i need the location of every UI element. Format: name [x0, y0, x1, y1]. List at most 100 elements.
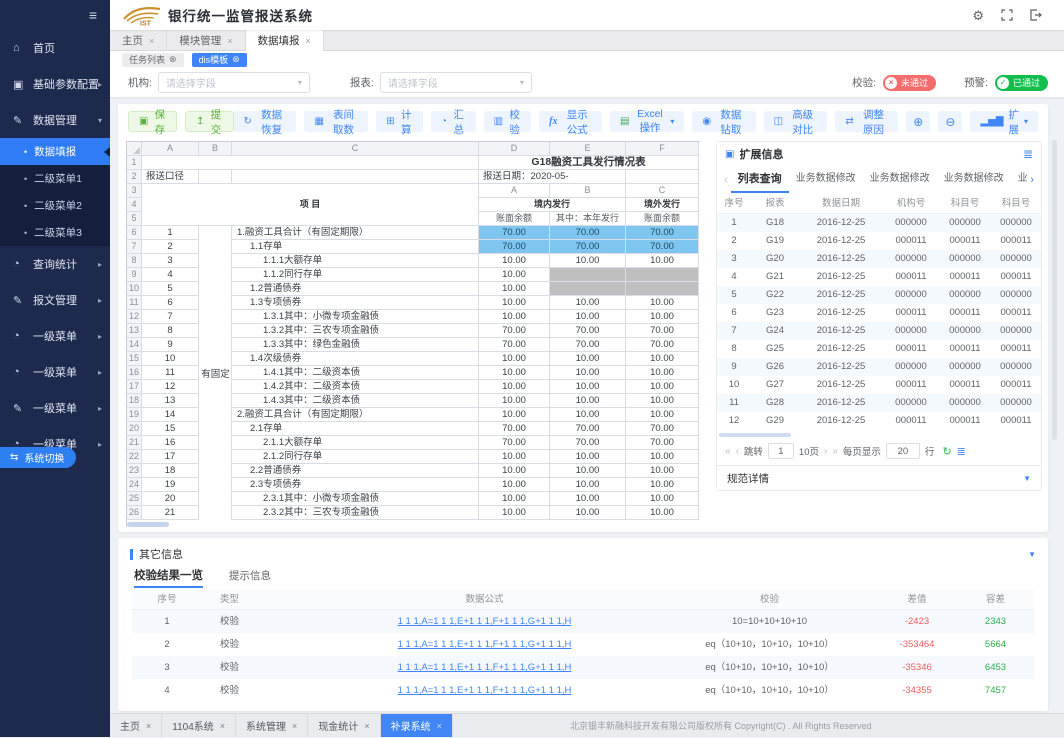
sidebar-item[interactable]: ◔ 一级菜单 ▸	[0, 354, 110, 390]
sidebar-item[interactable]: ✎ 报文管理 ▸	[0, 282, 110, 318]
formula-link[interactable]: 1 1 1,A=1 1 1,E+1 1 1,F+1 1 1,G+1 1 1,H	[307, 679, 662, 702]
list-icon[interactable]: ≣	[957, 445, 966, 458]
row-header[interactable]: 2	[127, 170, 142, 184]
sheet-cell[interactable]: 7	[142, 310, 199, 324]
close-icon[interactable]: ×	[227, 36, 232, 46]
close-icon[interactable]: ×	[306, 36, 311, 46]
formula-link[interactable]: 1 1 1,A=1 1 1,E+1 1 1,F+1 1 1,G+1 1 1,H	[307, 633, 662, 656]
sheet-cell[interactable]: 10	[142, 352, 199, 366]
sheet-cell[interactable]: 账面余额	[626, 212, 699, 226]
table-row[interactable]: 7 G24 2016-12-25 000000 000000 000000	[717, 322, 1041, 340]
sheet-cell[interactable]	[626, 170, 699, 184]
per-page-input[interactable]	[886, 443, 920, 459]
sheet-cell[interactable]: 10.00	[479, 464, 550, 478]
row-header[interactable]: 7	[127, 240, 142, 254]
sheet-cell[interactable]: 2.融资工具合计（有固定期限）	[232, 408, 479, 422]
other-info-tab[interactable]: 提示信息	[229, 568, 271, 588]
formula-link[interactable]: 1 1 1,A=1 1 1,E+1 1 1,F+1 1 1,G+1 1 1,H	[307, 656, 662, 679]
sheet-cell[interactable]: 1.3专项债券	[232, 296, 479, 310]
sheet-cell[interactable]: 3	[142, 254, 199, 268]
sidebar-collapse-button[interactable]: ≡	[0, 0, 110, 30]
sheet-col-header[interactable]: B	[199, 142, 232, 156]
sheet-cell[interactable]: 2.1.1大额存单	[232, 436, 479, 450]
table-row[interactable]: 1 G18 2016-12-25 000000 000000 000000	[717, 214, 1041, 232]
sheet-cell[interactable]	[199, 240, 232, 254]
sheet-cell[interactable]: 18	[142, 464, 199, 478]
table-row[interactable]: 8 G25 2016-12-25 000011 000011 000011	[717, 340, 1041, 358]
sheet-cell[interactable]: 15	[142, 422, 199, 436]
toolbar-button[interactable]: ▤ Excel操作 ▾	[610, 111, 684, 132]
sheet-cell[interactable]: 报送口径	[142, 170, 199, 184]
sheet-cell[interactable]: 10.00	[479, 254, 550, 268]
sheet-cell[interactable]: 10.00	[479, 506, 550, 520]
sheet-cell[interactable]	[199, 366, 232, 380]
table-row[interactable]: 2 G19 2016-12-25 000011 000011 000011	[717, 232, 1041, 250]
toolbar-button[interactable]: ▂▅▇ 扩展 ▾	[970, 111, 1038, 132]
sheet-cell[interactable]	[199, 506, 232, 520]
toolbar-button[interactable]: ◉ 数据钻取	[692, 111, 755, 132]
toolbar-button[interactable]: fx 显示公式	[539, 111, 602, 132]
sheet-cell[interactable]: 10.00	[626, 506, 699, 520]
sheet-cell[interactable]: 16	[142, 436, 199, 450]
next-page-icon[interactable]: ›	[824, 446, 827, 457]
toolbar-button[interactable]: ⊖	[938, 111, 962, 132]
sheet-cell[interactable]	[199, 380, 232, 394]
row-header[interactable]: 23	[127, 464, 142, 478]
sheet-corner-cell[interactable]	[127, 142, 142, 156]
sheet-cell[interactable]	[199, 478, 232, 492]
sheet-cell[interactable]: 10.00	[550, 450, 626, 464]
row-header[interactable]: 25	[127, 492, 142, 506]
sidebar-item[interactable]: ◔ 一级菜单 ▸	[0, 318, 110, 354]
sheet-cell[interactable]: 19	[142, 478, 199, 492]
sheet-cell[interactable]: 1.3.3其中：绿色金融债	[232, 338, 479, 352]
sheet-cell[interactable]: 10.00	[626, 352, 699, 366]
sheet-cell[interactable]: 70.00	[479, 422, 550, 436]
chevron-down-icon[interactable]: ▼	[1028, 550, 1036, 559]
sheet-cell[interactable]: 10.00	[626, 408, 699, 422]
sheet-cell[interactable]: 70.00	[479, 240, 550, 254]
sheet-cell[interactable]: 10.00	[626, 310, 699, 324]
sheet-cell[interactable]: 境内发行	[479, 198, 626, 212]
formula-link[interactable]: 1 1 1,A=1 1 1,E+1 1 1,F+1 1 1,G+1 1 1,H	[307, 610, 662, 633]
sheet-cell[interactable]: 10.00	[626, 492, 699, 506]
sheet-cell[interactable]: 2.3.1其中：小微专项金融债	[232, 492, 479, 506]
sheet-cell[interactable]: 10.00	[626, 380, 699, 394]
scrollbar-thumb[interactable]	[127, 522, 169, 527]
sheet-cell[interactable]: 2	[142, 240, 199, 254]
toolbar-button[interactable]: ⇄ 调整原因	[835, 111, 898, 132]
row-header[interactable]: 9	[127, 268, 142, 282]
sheet-cell[interactable]: 10.00	[479, 352, 550, 366]
table-row[interactable]: 9 G26 2016-12-25 000000 000000 000000	[717, 358, 1041, 376]
sheet-cell[interactable]: 10.00	[626, 450, 699, 464]
row-header[interactable]: 12	[127, 310, 142, 324]
close-icon[interactable]: ×	[149, 36, 154, 46]
sheet-cell[interactable]: 1	[142, 226, 199, 240]
logout-icon[interactable]	[1030, 9, 1042, 21]
sheet-cell[interactable]: 6	[142, 296, 199, 310]
sidebar-item[interactable]: ▣ 基础参数配置 ▸	[0, 66, 110, 102]
sheet-cell[interactable]: 10.00	[479, 366, 550, 380]
sheet-cell[interactable]: 10.00	[479, 380, 550, 394]
sheet-cell[interactable]: 10.00	[479, 268, 550, 282]
sheet-cell[interactable]	[199, 352, 232, 366]
sheet-cell[interactable]: 10.00	[626, 254, 699, 268]
vertical-scrollbar[interactable]	[1052, 140, 1057, 440]
gear-icon[interactable]: ⚙	[972, 9, 984, 22]
sheet-cell[interactable]: 9	[142, 338, 199, 352]
sheet-cell[interactable]	[199, 422, 232, 436]
row-header[interactable]: 22	[127, 450, 142, 464]
sheet-cell[interactable]: 10.00	[550, 394, 626, 408]
sheet-cell[interactable]: 1.3.1其中：小微专项金融债	[232, 310, 479, 324]
sheet-cell[interactable]: 70.00	[479, 436, 550, 450]
sheet-col-header[interactable]: A	[142, 142, 199, 156]
sheet-cell[interactable]	[232, 170, 479, 184]
sheet-cell[interactable]	[199, 436, 232, 450]
toolbar-button[interactable]: ↻ 数据恢复	[234, 111, 297, 132]
close-circle-icon[interactable]: ⊗	[232, 54, 240, 65]
last-page-icon[interactable]: »	[832, 446, 838, 457]
row-header[interactable]: 5	[127, 212, 142, 226]
sheet-cell[interactable]: 10.00	[626, 394, 699, 408]
sheet-cell[interactable]: 70.00	[626, 240, 699, 254]
sheet-cell[interactable]: 10.00	[479, 296, 550, 310]
panel-menu-icon[interactable]: ≣	[1023, 147, 1033, 161]
